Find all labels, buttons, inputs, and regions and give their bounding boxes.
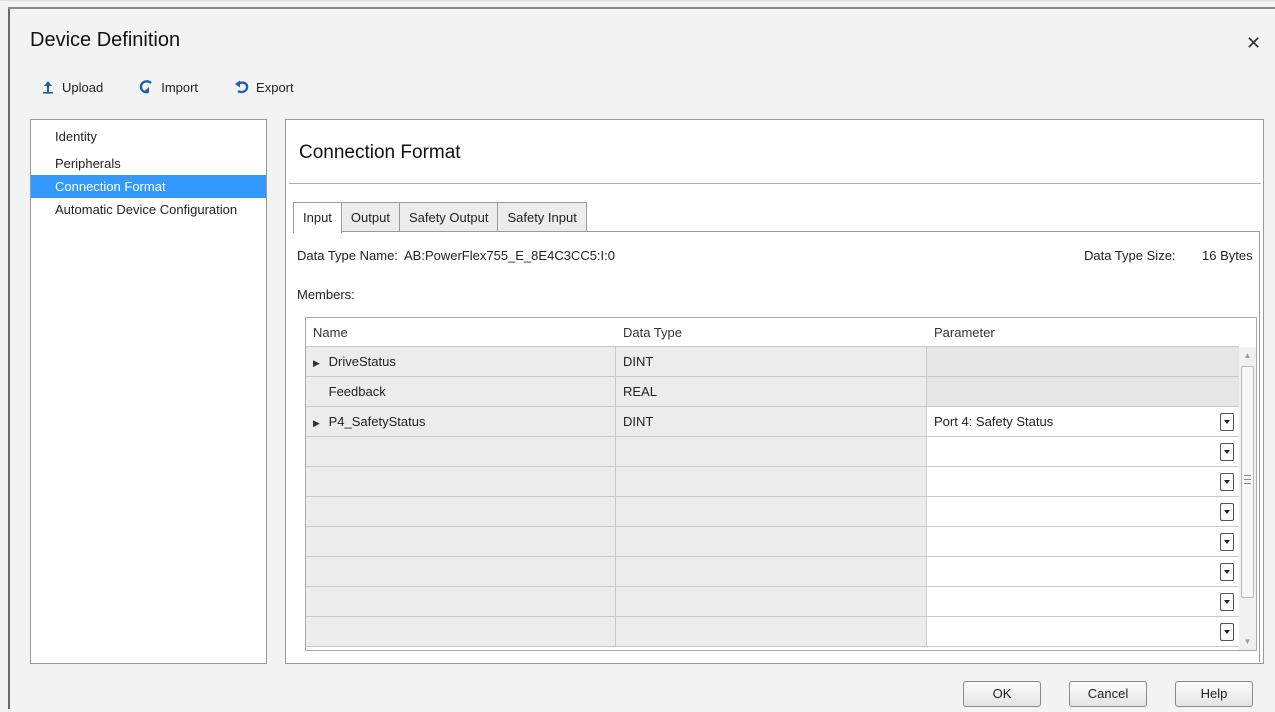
chevron-down-icon[interactable] xyxy=(1220,593,1234,611)
member-data-type: DINT xyxy=(616,407,927,436)
table-row[interactable] xyxy=(306,557,1239,587)
scrollbar-thumb[interactable] xyxy=(1241,366,1254,598)
export-button[interactable]: Export xyxy=(234,79,294,95)
data-type-name-value: AB:PowerFlex755_E_8E4C3CC5:I:0 xyxy=(404,248,616,263)
expand-arrow-icon[interactable]: ▶ xyxy=(313,409,325,438)
grid-header: Name Data Type Parameter xyxy=(306,318,1239,347)
upload-button[interactable]: Upload xyxy=(40,79,103,95)
column-header-parameter[interactable]: Parameter xyxy=(927,318,1239,347)
parameter-dropdown[interactable] xyxy=(927,527,1239,556)
parameter-value: Port 4: Safety Status xyxy=(934,414,1054,429)
parameter-cell xyxy=(927,377,1239,406)
cancel-button[interactable]: Cancel xyxy=(1069,681,1147,707)
table-row[interactable] xyxy=(306,617,1239,647)
parameter-dropdown[interactable] xyxy=(927,467,1239,496)
sidebar-item-automatic-device-configuration[interactable]: Automatic Device Configuration xyxy=(31,198,266,221)
table-row[interactable] xyxy=(306,497,1239,527)
member-data-type: REAL xyxy=(616,377,927,406)
chevron-down-icon[interactable] xyxy=(1220,413,1234,431)
upload-arrow-icon xyxy=(40,79,56,95)
chevron-down-icon[interactable] xyxy=(1220,443,1234,461)
page-title: Connection Format xyxy=(299,142,461,163)
members-grid: Name Data Type Parameter ▶ DriveStatus D… xyxy=(305,317,1257,651)
parameter-dropdown[interactable]: Port 4: Safety Status xyxy=(927,407,1239,436)
column-header-data-type[interactable]: Data Type xyxy=(616,318,927,347)
help-button[interactable]: Help xyxy=(1175,681,1253,707)
sidebar-item-identity[interactable]: Identity xyxy=(31,128,266,152)
data-type-size-label: Data Type Size: xyxy=(1084,248,1176,263)
table-row[interactable] xyxy=(306,467,1239,497)
tab-strip: Input Output Safety Output Safety Input xyxy=(293,202,587,233)
parameter-dropdown[interactable] xyxy=(927,617,1239,646)
sidebar-item-peripherals[interactable]: Peripherals xyxy=(31,152,266,175)
import-button[interactable]: Import xyxy=(139,79,198,95)
parameter-cell xyxy=(927,347,1239,376)
window-left-border xyxy=(8,9,10,709)
member-data-type: DINT xyxy=(616,347,927,376)
vertical-scrollbar[interactable]: ▲ ▼ xyxy=(1239,347,1256,650)
close-icon[interactable]: ✕ xyxy=(1246,33,1261,54)
table-row[interactable] xyxy=(306,437,1239,467)
scroll-up-icon[interactable]: ▲ xyxy=(1239,347,1256,364)
dialog-title: Device Definition xyxy=(30,29,181,51)
member-name: P4_SafetyStatus xyxy=(328,414,426,429)
parameter-dropdown[interactable] xyxy=(927,497,1239,526)
device-definition-dialog: Device Definition ✕ Upload Import Export… xyxy=(0,0,1275,712)
member-name: DriveStatus xyxy=(328,354,396,369)
sidebar-item-connection-format[interactable]: Connection Format xyxy=(31,175,266,198)
parameter-dropdown[interactable] xyxy=(927,557,1239,586)
chevron-down-icon[interactable] xyxy=(1220,503,1234,521)
tab-output[interactable]: Output xyxy=(340,202,400,232)
ok-button[interactable]: OK xyxy=(963,681,1041,707)
table-row[interactable] xyxy=(306,587,1239,617)
parameter-dropdown[interactable] xyxy=(927,587,1239,616)
table-row[interactable] xyxy=(306,527,1239,557)
table-row[interactable]: ▶ DriveStatus DINT xyxy=(306,347,1239,377)
export-icon xyxy=(234,79,250,95)
import-label: Import xyxy=(161,79,199,95)
window-top-border xyxy=(8,7,1275,9)
data-type-name-label: Data Type Name: xyxy=(297,248,398,263)
parameter-dropdown[interactable] xyxy=(927,437,1239,466)
export-label: Export xyxy=(256,79,294,95)
tab-safety-output[interactable]: Safety Output xyxy=(398,202,499,232)
grip-icon xyxy=(1244,475,1251,484)
table-row[interactable]: Feedback REAL xyxy=(306,377,1239,407)
upload-label: Upload xyxy=(62,79,104,95)
tab-safety-input[interactable]: Safety Input xyxy=(497,202,587,232)
main-panel: Connection Format Input Output Safety Ou… xyxy=(285,119,1264,664)
data-type-size-value: 16 Bytes xyxy=(1202,248,1253,263)
scroll-down-icon[interactable]: ▼ xyxy=(1239,633,1256,650)
chevron-down-icon[interactable] xyxy=(1220,533,1234,551)
title-divider xyxy=(289,183,1261,184)
expand-arrow-icon[interactable]: ▶ xyxy=(313,349,325,378)
member-name: Feedback xyxy=(328,384,386,399)
table-row[interactable]: ▶ P4_SafetyStatus DINT Port 4: Safety St… xyxy=(306,407,1239,437)
members-label: Members: xyxy=(297,287,355,302)
chevron-down-icon[interactable] xyxy=(1220,563,1234,581)
column-header-name[interactable]: Name xyxy=(306,318,616,347)
chevron-down-icon[interactable] xyxy=(1220,623,1234,641)
chevron-down-icon[interactable] xyxy=(1220,473,1234,491)
tab-input[interactable]: Input xyxy=(293,202,342,233)
toolbar: Upload Import Export xyxy=(40,77,294,97)
import-icon xyxy=(139,79,155,95)
sidebar: Identity Peripherals Connection Format A… xyxy=(30,119,267,664)
